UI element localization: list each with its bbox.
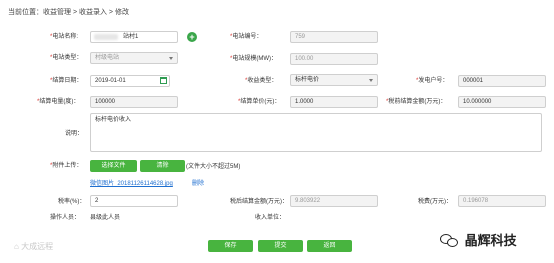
settle-power-input[interactable]: 100000	[90, 96, 178, 108]
station-scale-label: *电站规模(MW)：	[230, 54, 277, 64]
settle-date-label: *结算日期：	[50, 76, 82, 86]
pretax-amount-label-text: 税前结算金额(万元)：	[388, 99, 447, 105]
station-type-select[interactable]: 村级电站	[90, 52, 178, 64]
tax-rate-input[interactable]: 2	[90, 195, 178, 207]
description-label: 说明：	[65, 131, 84, 137]
watermark-left-text: 大成远程	[21, 242, 54, 251]
tax-rate-label: 税率(%)：	[58, 199, 86, 205]
income-type-label: *收益类型：	[245, 76, 277, 86]
add-station-button[interactable]: +	[187, 32, 197, 42]
watermark-left: ⌂ 大成远程	[14, 241, 53, 252]
delete-attachment-link[interactable]: 删除	[192, 178, 204, 187]
settle-price-label-text: 结算单价(元)：	[240, 99, 281, 105]
account-no-label-text: 发电户号：	[418, 78, 449, 84]
watermark-right: 晶辉科技	[440, 230, 517, 249]
attachment-file-link[interactable]: 微信图片_20181126114628.jpg	[90, 178, 173, 187]
station-no-label: *电站编号：	[230, 32, 262, 42]
choose-file-button[interactable]: 选择文件	[90, 160, 137, 172]
settle-power-label-text: 结算电量(度)：	[39, 99, 80, 105]
aftertax-amount-label: 税后结算金额(万元)：	[230, 199, 288, 205]
operator-value: 县级此人员	[90, 215, 121, 221]
tax-amount-input[interactable]: 0.196078	[458, 195, 546, 207]
station-name-value: 站村1	[123, 34, 139, 40]
station-name-input[interactable]: 站村1	[90, 31, 178, 43]
operator-label: 操作人员：	[50, 215, 81, 221]
receiver-label: 收入单位：	[255, 215, 286, 221]
station-name-label-text: 电站名称:	[52, 34, 79, 40]
settle-price-input[interactable]: 1.0000	[290, 96, 378, 108]
settle-price-label: *结算单价(元)：	[238, 97, 280, 107]
account-no-label: *发电户号：	[416, 76, 448, 86]
description-textarea[interactable]: 标杆电价收入	[90, 113, 542, 152]
pretax-amount-label: *税前结算金额(万元)：	[386, 97, 446, 107]
submit-button[interactable]: 提交	[258, 240, 303, 252]
settle-date-input[interactable]: 2019-01-01	[90, 75, 170, 87]
watermark-right-text: 晶辉科技	[464, 233, 517, 248]
station-scale-input[interactable]: 100.00	[290, 53, 378, 65]
settle-power-label: *结算电量(度)：	[37, 97, 79, 107]
back-button[interactable]: 返回	[307, 240, 352, 252]
station-scale-label-text: 电站规模(MW)：	[232, 56, 278, 62]
save-button[interactable]: 保存	[208, 240, 253, 252]
station-type-label: *电站类型：	[50, 53, 82, 63]
station-no-label-text: 电站编号：	[232, 34, 263, 40]
aftertax-amount-input[interactable]: 9.803922	[290, 195, 378, 207]
breadcrumb: 当前位置：收益管理 > 收益录入 > 修改	[8, 9, 129, 16]
settle-date-label-text: 结算日期：	[52, 78, 83, 84]
tax-amount-label: 税费(万元)：	[418, 199, 452, 205]
station-type-label-text: 电站类型：	[52, 55, 83, 61]
blurred-text	[94, 34, 118, 40]
clear-button[interactable]: 清除	[140, 160, 185, 172]
account-no-input[interactable]: 000001	[458, 75, 546, 87]
watermark-left-icon: ⌂	[14, 242, 19, 251]
income-type-label-text: 收益类型：	[247, 78, 278, 84]
calendar-icon[interactable]	[160, 77, 167, 84]
wechat-icon	[440, 233, 460, 247]
attachment-label-text: 附件上传：	[52, 163, 83, 169]
attachment-label: *附件上传：	[50, 161, 82, 171]
income-type-select[interactable]: 标杆电价	[290, 74, 378, 86]
pretax-amount-input[interactable]: 10.000000	[458, 96, 546, 108]
station-no-input[interactable]: 759	[290, 31, 378, 43]
file-size-hint: (文件大小不超过5M)	[186, 164, 241, 170]
station-name-label: *电站名称:	[50, 32, 78, 42]
